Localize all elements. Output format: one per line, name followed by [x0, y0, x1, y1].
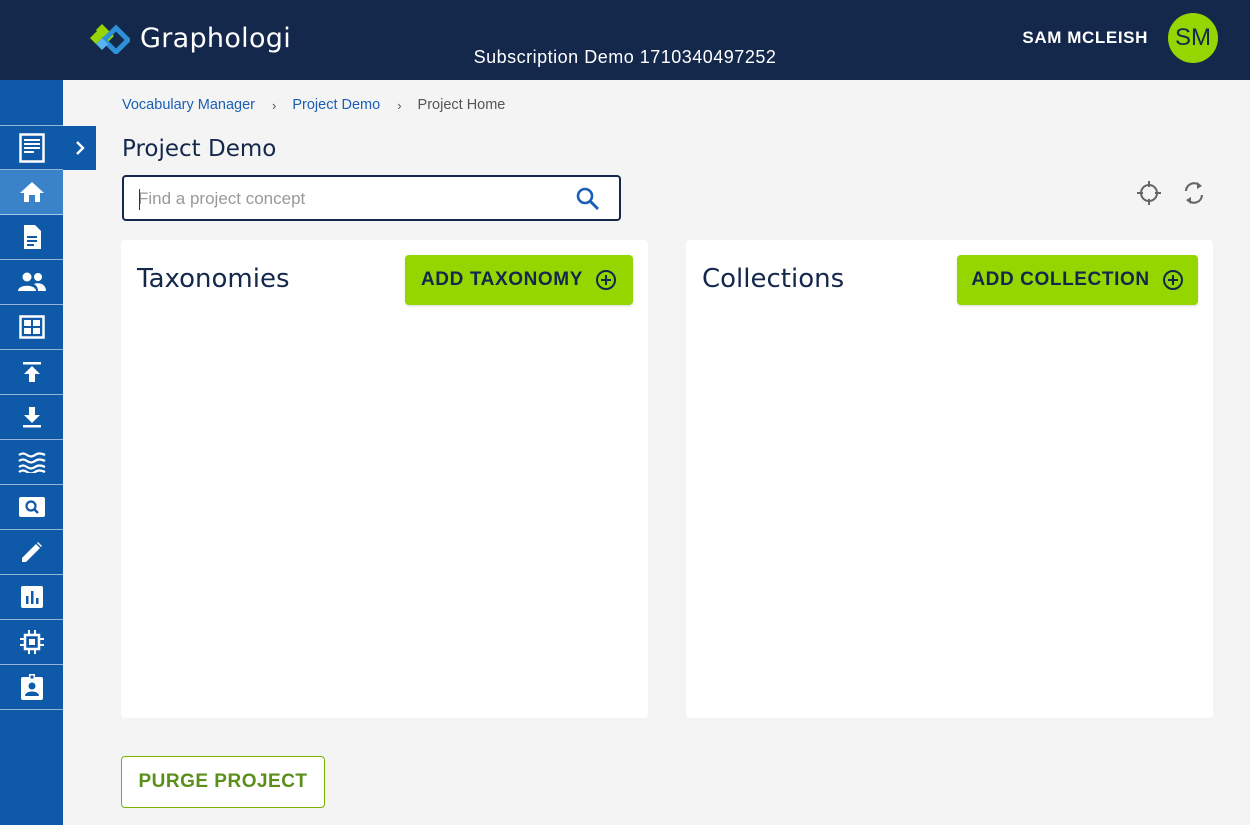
locate-icon[interactable] — [1136, 180, 1162, 206]
top-bar: Graphologi Subscription Demo 17103404972… — [0, 0, 1250, 80]
refresh-icon[interactable] — [1181, 180, 1207, 206]
chevron-right-icon — [75, 141, 85, 155]
dashboard-page-icon — [18, 132, 45, 163]
add-collection-button[interactable]: ADD COLLECTION — [957, 255, 1198, 305]
breadcrumb-project-demo[interactable]: Project Demo — [292, 97, 380, 113]
document-icon — [23, 225, 41, 249]
search-input[interactable] — [138, 185, 558, 213]
concept-search — [122, 175, 621, 221]
sidebar-item-profile[interactable] — [0, 665, 63, 710]
search-box-icon — [18, 497, 45, 517]
collections-panel: Collections ADD COLLECTION — [686, 240, 1213, 718]
workspace-name: Subscription Demo 1710340497252 — [473, 47, 777, 67]
download-icon — [22, 407, 41, 428]
add-circle-icon — [1162, 270, 1183, 290]
home-icon — [19, 182, 44, 202]
sidebar-expand-button[interactable] — [63, 126, 96, 170]
taxonomies-title: Taxonomies — [137, 264, 290, 294]
chip-icon — [19, 630, 44, 654]
sidebar-item-layout[interactable] — [0, 305, 63, 350]
sidebar — [0, 80, 63, 825]
chevron-right-icon: › — [272, 97, 277, 113]
taxonomies-panel: Taxonomies ADD TAXONOMY — [121, 240, 648, 718]
add-taxonomy-label: ADD TAXONOMY — [420, 269, 583, 290]
text-cursor — [139, 189, 140, 210]
page-title: Project Demo — [122, 136, 277, 162]
sidebar-item-users[interactable] — [0, 260, 63, 305]
breadcrumb: Vocabulary Manager › Project Demo › Proj… — [122, 97, 505, 113]
breadcrumb-vocabulary-manager[interactable]: Vocabulary Manager — [122, 97, 255, 113]
badge-icon — [20, 674, 43, 700]
avatar[interactable]: SM — [1168, 13, 1218, 63]
sidebar-item-processing[interactable] — [0, 620, 63, 665]
pencil-icon — [21, 542, 42, 562]
waves-icon — [17, 452, 46, 473]
sidebar-item-export[interactable] — [0, 395, 63, 440]
search-icon[interactable] — [575, 186, 601, 212]
workspace-title: Subscription Demo 1710340497252 — [0, 47, 1250, 68]
sidebar-item-search[interactable] — [0, 485, 63, 530]
sidebar-item-import[interactable] — [0, 350, 63, 395]
sidebar-item-reports[interactable] — [0, 575, 63, 620]
add-taxonomy-button[interactable]: ADD TAXONOMY — [405, 255, 633, 305]
sidebar-item-streams[interactable] — [0, 440, 63, 485]
add-circle-icon — [596, 270, 616, 290]
chart-icon — [20, 586, 43, 608]
sidebar-item-dashboard[interactable] — [0, 125, 63, 170]
sidebar-item-home[interactable] — [0, 170, 63, 215]
add-collection-label: ADD COLLECTION — [971, 269, 1150, 290]
collections-title: Collections — [702, 264, 845, 294]
chevron-right-icon: › — [397, 97, 402, 113]
people-icon — [17, 272, 46, 291]
breadcrumb-current: Project Home — [417, 97, 506, 113]
layout-grid-icon — [18, 315, 45, 339]
user-name[interactable]: SAM MCLEISH — [1022, 28, 1148, 48]
sidebar-item-edit[interactable] — [0, 530, 63, 575]
upload-icon — [22, 362, 41, 382]
sidebar-item-documents[interactable] — [0, 215, 63, 260]
purge-project-button[interactable]: PURGE PROJECT — [121, 756, 325, 808]
